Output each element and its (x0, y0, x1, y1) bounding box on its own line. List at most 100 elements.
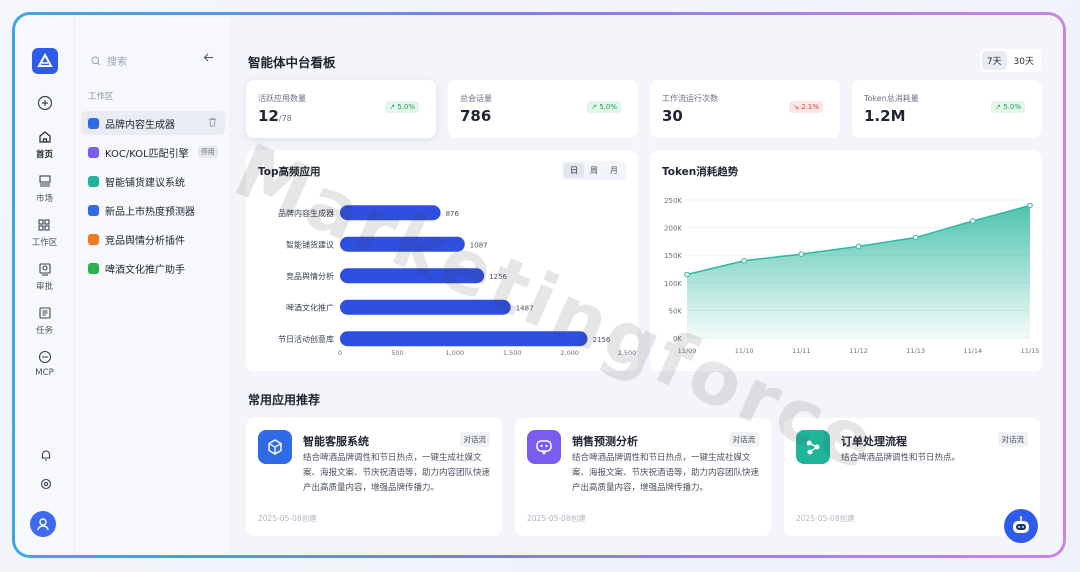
trend-badge: ↗ 5.0% (991, 101, 1025, 113)
panel-item-label: 竞品舆情分析插件 (105, 235, 185, 247)
search-icon (91, 56, 101, 65)
panel-item-competitor[interactable]: 竞品舆情分析插件 (81, 227, 225, 251)
x-tick-label: 1,000 (445, 349, 464, 357)
app-icon (88, 146, 99, 158)
bar (340, 268, 485, 284)
x-tick-label: 11/09 (678, 347, 697, 355)
kpi-sessions[interactable]: 总会话量 786 ↗ 5.0% (448, 80, 638, 138)
bar (340, 331, 588, 347)
app-icon (88, 233, 99, 245)
bar-value-label: 2156 (593, 336, 611, 344)
gear-icon (37, 475, 55, 493)
app-icon (88, 204, 99, 216)
assistant-bot-button[interactable] (1004, 509, 1038, 543)
dashboard: 智能体中台看板 7天 30天 活跃应用数量 12/78 ↗ 5.0% 总会话量 … (231, 15, 1063, 555)
data-point (912, 234, 919, 241)
data-point (798, 251, 805, 257)
disabled-badge: 停用 (197, 146, 218, 158)
settings-button[interactable] (37, 475, 55, 493)
bar-category-label: 节日活动创意库 (278, 334, 334, 344)
x-tick-label: 11/15 (1021, 347, 1040, 355)
x-tick-label: 2,000 (560, 349, 579, 357)
logo-icon (36, 53, 53, 67)
rec-description: 结合啤酒品牌调性和节日热点，一键生成社媒文案、海报文案、节庆祝酒语等，助力内容团… (572, 453, 760, 493)
search-placeholder: 搜索 (107, 57, 127, 68)
range-30d[interactable]: 30天 (1009, 51, 1039, 70)
data-point (855, 243, 862, 250)
bar-value-label: 1256 (489, 273, 507, 281)
rail-item-task[interactable]: 任务 (36, 304, 54, 336)
x-tick-label: 0 (338, 349, 342, 357)
bar (340, 236, 465, 252)
kpi-label: 工作流运行次数 (662, 94, 718, 103)
new-button[interactable] (36, 94, 54, 112)
created-date: 2025-05-08创建 (796, 514, 855, 523)
mcp-icon (36, 348, 54, 366)
app-frame: 首页 市场 工作区 审批 任务 MCP 搜索 工作区 品牌内容生成器 KOC/K… (12, 12, 1066, 558)
section-title: 常用应用推荐 (248, 393, 321, 407)
panel-item-label: 智能铺货建议系统 (105, 177, 185, 189)
x-tick-label: 11/11 (792, 347, 811, 355)
workflow-icon (796, 430, 830, 464)
panel-item-brand-content[interactable]: 品牌内容生成器 (81, 111, 225, 135)
rail-item-market[interactable]: 市场 (36, 172, 54, 204)
rail-item-home[interactable]: 首页 (36, 128, 54, 160)
rec-card-sales-forecast[interactable]: 销售预测分析 对话流 结合啤酒品牌调性和节日热点，一键生成社媒文案、海报文案、节… (515, 418, 771, 536)
kpi-token-usage[interactable]: Token总消耗量 1.2M ↗ 5.0% (852, 80, 1042, 138)
bar-category-label: 竞品舆情分析 (286, 271, 334, 281)
app-logo[interactable] (31, 48, 58, 74)
kpi-label: Token总消耗量 (864, 94, 919, 103)
kpi-workflow-runs[interactable]: 工作流运行次数 30 ↘ 2.1% (650, 80, 840, 138)
rail-item-mcp[interactable]: MCP (35, 348, 54, 378)
panel-item-launch-forecast[interactable]: 新品上市热度预测器 (81, 198, 225, 222)
app-icon (88, 175, 99, 187)
top-apps-card: Top高频应用 日 周 月 品牌内容生成器 876 智能铺货建议 1087 竞品舆情分析… (246, 150, 638, 371)
kpi-active-apps[interactable]: 活跃应用数量 12/78 ↗ 5.0% (246, 80, 436, 138)
panel-item-beer-culture[interactable]: 啤酒文化推广助手 (81, 256, 225, 280)
bar-category-label: 啤酒文化推广 (286, 302, 334, 312)
plus-circle-icon (36, 94, 54, 112)
market-icon (36, 172, 54, 190)
panel-item-distribution[interactable]: 智能铺货建议系统 (81, 169, 225, 193)
token-trend-area-chart: 0K 50K 100K 150K 200K 250K 11/09 11/10 11/11 11/1… (664, 197, 1040, 355)
notifications-button[interactable] (37, 446, 55, 464)
data-point (970, 218, 976, 224)
rail-item-workspace[interactable]: 工作区 (32, 216, 57, 248)
x-tick-label: 1,500 (503, 349, 522, 357)
rail-item-approval[interactable]: 审批 (36, 260, 54, 292)
search-input[interactable]: 搜索 (91, 53, 127, 68)
panel-item-koc-kol[interactable]: KOC/KOL匹配引擎 停用 (81, 140, 225, 164)
rail-item-label: 市场 (35, 194, 53, 204)
x-tick-label: 11/10 (735, 347, 754, 355)
app-window: 首页 市场 工作区 审批 任务 MCP 搜索 工作区 品牌内容生成器 KOC/K… (15, 15, 1063, 555)
section-label: 工作区 (88, 92, 114, 102)
x-tick-label: 11/13 (906, 347, 925, 355)
user-icon (37, 518, 49, 531)
area-fill (687, 205, 1030, 338)
x-tick-label: 2,500 (618, 349, 637, 357)
chat-bot-icon (527, 430, 561, 464)
avatar[interactable] (30, 511, 56, 537)
kpi-label: 总会话量 (460, 94, 492, 103)
kpi-value: 1.2M (864, 107, 906, 125)
arrow-left-icon (203, 53, 213, 62)
kpi-value: 12/78 (258, 107, 292, 125)
trend-badge: ↗ 5.0% (587, 101, 621, 113)
type-badge: 对话流 (728, 432, 759, 447)
range-7d[interactable]: 7天 (981, 51, 1007, 70)
bar (340, 205, 441, 221)
rec-name: 销售预测分析 (572, 435, 638, 448)
y-tick-label: 100K (664, 280, 682, 288)
rail-item-label: MCP (35, 368, 54, 378)
x-tick-label: 500 (391, 349, 403, 357)
left-rail: 首页 市场 工作区 审批 任务 MCP (15, 15, 75, 555)
rec-card-customer-service[interactable]: 智能客服系统 对话流 结合啤酒品牌调性和节日热点，一键生成社媒文案、海报文案、节… (246, 418, 502, 536)
collapse-panel-button[interactable] (203, 52, 214, 66)
rec-card-order-flow[interactable]: 订单处理流程 对话流 结合啤酒品牌调性和节日热点。 2025-05-08创建 (784, 418, 1040, 536)
trend-badge: ↘ 2.1% (789, 101, 823, 113)
y-tick-label: 250K (664, 197, 682, 205)
trash-icon[interactable] (208, 117, 217, 130)
x-tick-label: 11/14 (963, 347, 982, 355)
robot-icon (1013, 516, 1029, 533)
kpi-value: 30 (662, 107, 683, 125)
